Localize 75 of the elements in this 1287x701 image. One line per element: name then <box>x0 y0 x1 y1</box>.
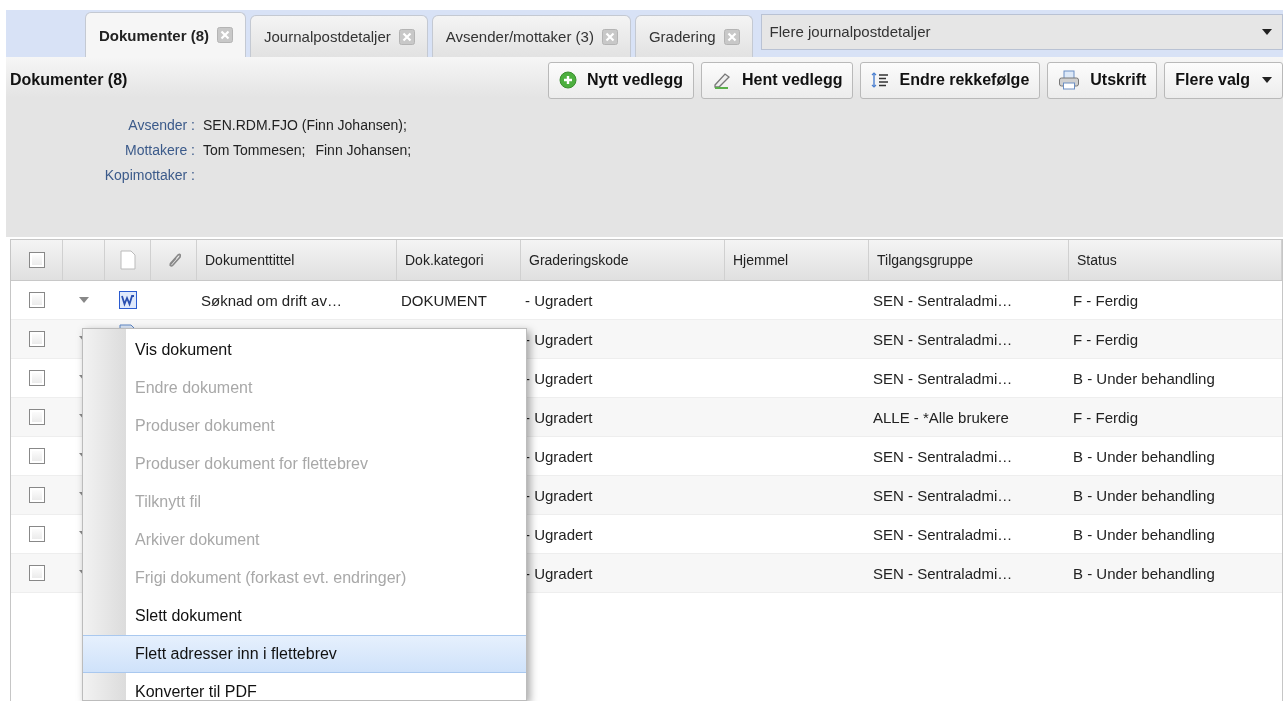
close-icon <box>398 28 415 45</box>
toolbar-button[interactable]: Hent vedlegg <box>701 61 854 99</box>
document-icon <box>119 250 136 270</box>
table-cell: F - Ferdig <box>1073 330 1138 348</box>
table-cell: B - Under behandling <box>1073 525 1215 543</box>
table-cell: ALLE - *Alle brukere <box>873 408 1009 426</box>
table-cell: - Ugradert <box>525 291 593 309</box>
table-cell: - Ugradert <box>525 369 593 387</box>
column-header[interactable]: Graderingskode <box>529 252 629 268</box>
plus-circle-icon <box>558 71 577 89</box>
table-cell: SEN - Sentraladmi… <box>873 525 1013 543</box>
checkbox[interactable] <box>29 448 45 464</box>
word-document-icon <box>119 291 137 309</box>
checkbox[interactable] <box>29 331 45 347</box>
expand-arrow-icon <box>79 297 89 303</box>
checkbox[interactable] <box>29 565 45 581</box>
table-cell: F - Ferdig <box>1073 408 1138 426</box>
toolbar-button[interactable]: Nytt vedlegg <box>547 61 694 99</box>
table-cell: - Ugradert <box>525 330 593 348</box>
tab[interactable]: Dokumenter (8) <box>85 12 247 57</box>
caret-icon <box>1262 77 1272 83</box>
table-cell: - Ugradert <box>525 408 593 426</box>
tab[interactable]: Gradering <box>634 15 753 57</box>
toolbar-button[interactable]: Utskrift <box>1047 61 1158 99</box>
table-cell: SEN - Sentraladmi… <box>873 564 1013 582</box>
field-label: Avsender : <box>127 117 195 133</box>
table-cell: SEN - Sentraladmi… <box>873 291 1013 309</box>
field-label: Kopimottaker : <box>103 167 195 183</box>
table-cell: - Ugradert <box>525 564 593 582</box>
menu-item[interactable]: Flett adresser inn i flettebrev <box>83 635 526 673</box>
table-cell: - Ugradert <box>525 525 593 543</box>
printer-icon <box>1058 70 1081 90</box>
checkbox[interactable] <box>29 370 45 386</box>
list-icon <box>871 71 890 89</box>
tab[interactable]: Journalpostdetaljer <box>250 15 428 57</box>
table-cell: SEN - Sentraladmi… <box>873 369 1013 387</box>
field-value: SEN.RDM.FJO (Finn Johansen); <box>203 117 407 133</box>
checkbox[interactable] <box>28 252 45 268</box>
checkbox[interactable] <box>29 292 45 308</box>
field-value: Finn Johansen; <box>315 142 412 158</box>
column-header[interactable]: Dok.kategori <box>405 252 484 268</box>
panel-title: Dokumenter (8) <box>10 71 128 89</box>
dropdown[interactable]: Flere journalpostdetaljer <box>760 13 1283 50</box>
close-icon <box>601 28 618 45</box>
checkbox[interactable] <box>29 487 45 503</box>
table-cell: - Ugradert <box>525 486 593 504</box>
field-label: Mottakere : <box>123 142 195 158</box>
column-header[interactable]: Tilgangsgruppe <box>877 252 973 268</box>
table-cell: F - Ferdig <box>1073 291 1138 309</box>
table-cell: SEN - Sentraladmi… <box>873 330 1013 348</box>
field-value: Tom Tommesen; <box>203 142 306 158</box>
column-header[interactable]: Dokumenttittel <box>205 252 295 268</box>
pencil-icon <box>712 71 732 89</box>
menu-item[interactable]: Slett dokument <box>83 597 526 635</box>
column-header[interactable]: Status <box>1077 252 1117 268</box>
table-cell: DOKUMENT <box>401 291 487 309</box>
tab[interactable]: Avsender/mottaker (3) <box>431 15 631 57</box>
table-cell: - Ugradert <box>525 447 593 465</box>
table-cell: SEN - Sentraladmi… <box>873 486 1013 504</box>
column-header[interactable]: Hjemmel <box>733 252 789 268</box>
table-cell: B - Under behandling <box>1073 564 1215 582</box>
table-cell: SEN - Sentraladmi… <box>873 447 1013 465</box>
table-cell: B - Under behandling <box>1073 369 1215 387</box>
toolbar-button[interactable]: Flere valg <box>1164 61 1283 99</box>
checkbox[interactable] <box>29 409 45 425</box>
table-cell: B - Under behandling <box>1073 447 1215 465</box>
table-cell: Søknad om drift av… <box>201 291 342 309</box>
toolbar-button[interactable]: Endre rekkefølge <box>860 61 1041 99</box>
caret-icon <box>1262 28 1272 35</box>
menu-item[interactable]: Vis dokument <box>83 331 526 369</box>
close-icon <box>217 27 234 43</box>
checkbox[interactable] <box>29 526 45 542</box>
close-icon <box>723 28 740 45</box>
menu-item[interactable]: Konverter til PDF <box>83 673 526 700</box>
table-cell: B - Under behandling <box>1073 486 1215 504</box>
